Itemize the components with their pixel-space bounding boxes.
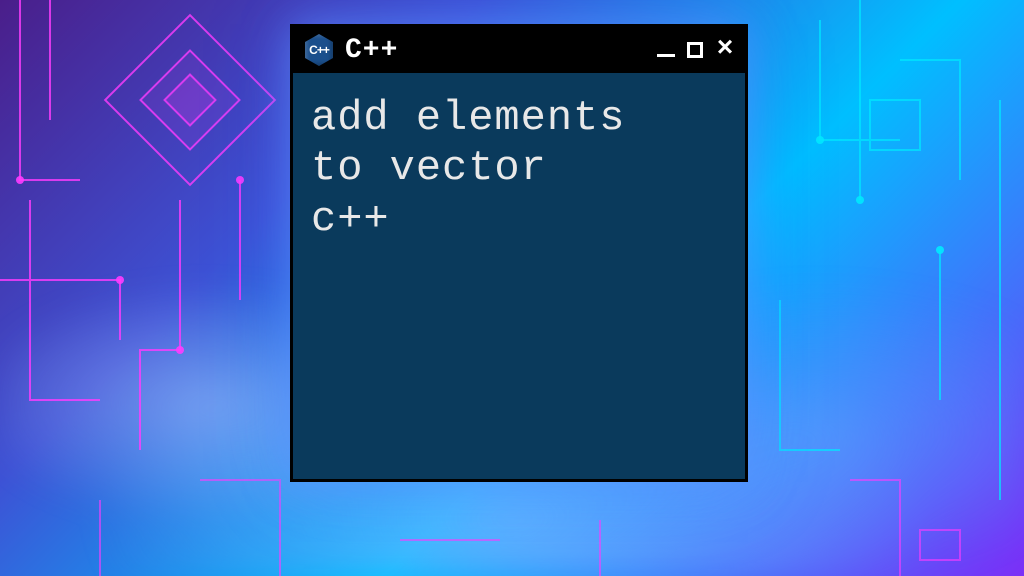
window-title: C++ — [345, 35, 647, 66]
content-line-2: to vector — [311, 143, 727, 193]
application-window: C++ C++ × add elements to vector c++ — [290, 24, 748, 482]
window-content: add elements to vector c++ — [293, 73, 745, 264]
cpp-logo-icon: C++ — [303, 34, 335, 66]
minimize-icon[interactable] — [657, 54, 675, 57]
titlebar[interactable]: C++ C++ × — [293, 27, 745, 73]
window-controls: × — [657, 40, 735, 60]
content-line-1: add elements — [311, 93, 727, 143]
content-line-3: c++ — [311, 194, 727, 244]
close-icon[interactable]: × — [715, 40, 735, 60]
cpp-logo-text: C++ — [309, 43, 329, 57]
maximize-icon[interactable] — [687, 42, 703, 58]
